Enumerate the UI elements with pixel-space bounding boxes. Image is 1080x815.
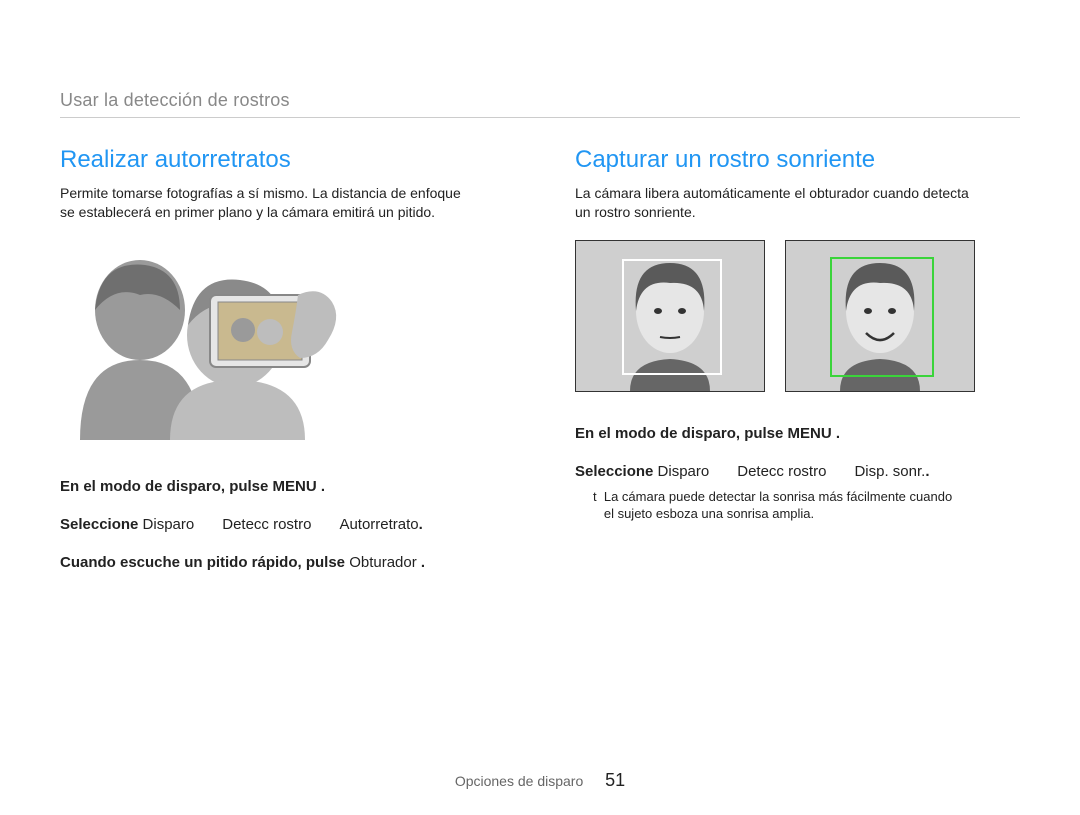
step-right-2-pre: Seleccione xyxy=(575,463,658,480)
section-smile-shot: Capturar un rostro sonriente La cámara l… xyxy=(575,146,1020,575)
corner-icon xyxy=(830,257,842,269)
step-left-2-b: Detecc rostro xyxy=(222,516,311,533)
note-line1: La cámara puede detectar la sonrisa más … xyxy=(604,489,952,504)
section-title-right: Capturar un rostro sonriente xyxy=(575,146,1020,174)
page-number: 51 xyxy=(605,770,625,790)
step-right-2-post: . xyxy=(925,463,929,480)
step-left-2-post: . xyxy=(419,516,423,533)
selfie-illustration-svg xyxy=(60,240,360,440)
step-left-2-a: Disparo xyxy=(143,516,195,533)
illustration-self-portrait xyxy=(60,240,505,445)
step-left-2: Seleccione Disparo Detecc rostro Autorretr… xyxy=(60,513,505,537)
body-left: Permite tomarse fotografías a sí mismo. … xyxy=(60,184,505,222)
step-right-2: Seleccione Disparo Detecc rostro Disp. son… xyxy=(575,460,1020,484)
step-left-3: Cuando escuche un pitido rápido, pulse O… xyxy=(60,551,505,575)
step-left-3-pre: Cuando escuche un pitido rápido, pulse xyxy=(60,554,349,571)
step-left-1: En el modo de disparo, pulse MENU . xyxy=(60,475,505,499)
body-right: La cámara libera automáticamente el obtu… xyxy=(575,184,1020,222)
body-left-line1: Permite tomarse fotografías a sí mismo. … xyxy=(60,185,461,201)
note-right: t La cámara puede detectar la sonrisa má… xyxy=(575,488,1020,523)
shutter-label: Obturador xyxy=(349,554,417,571)
step-left-3-post: . xyxy=(417,554,425,571)
face-detect-box-white xyxy=(622,259,722,375)
step-right-2-b: Detecc rostro xyxy=(737,463,826,480)
face-detect-box-green xyxy=(830,257,934,377)
menu-button-label: MENU xyxy=(273,478,317,495)
step-left-1-pre: En el modo de disparo, pulse xyxy=(60,478,273,495)
step-right-1-pre: En el modo de disparo, pulse xyxy=(575,425,788,442)
step-right-2-c: Disp. sonr. xyxy=(854,463,925,480)
breadcrumb: Usar la detección de rostros xyxy=(60,90,1020,118)
face-panel-smile xyxy=(785,240,975,392)
note-bullet: t xyxy=(593,489,597,504)
step-right-1-post: . xyxy=(832,425,840,442)
corner-icon xyxy=(922,365,934,377)
step-left-1-post: . xyxy=(317,478,325,495)
illustration-smile-panels xyxy=(575,240,1020,392)
section-title-left: Realizar autorretratos xyxy=(60,146,505,174)
step-left-2-pre: Seleccione xyxy=(60,516,143,533)
body-right-line1: La cámara libera automáticamente el obtu… xyxy=(575,185,969,201)
corner-icon xyxy=(830,365,842,377)
body-right-line2: un rostro sonriente. xyxy=(575,204,696,220)
note-line2: el sujeto esboza una sonrisa amplia. xyxy=(604,506,814,521)
footer-section: Opciones de disparo xyxy=(455,773,583,789)
body-left-line2: se establecerá en primer plano y la cáma… xyxy=(60,204,435,220)
step-left-2-c: Autorretrato xyxy=(339,516,418,533)
face-panel-neutral xyxy=(575,240,765,392)
corner-icon xyxy=(922,257,934,269)
menu-button-label-right: MENU xyxy=(788,425,832,442)
section-self-portrait: Realizar autorretratos Permite tomarse f… xyxy=(60,146,505,575)
step-right-2-a: Disparo xyxy=(658,463,710,480)
step-right-1: En el modo de disparo, pulse MENU . xyxy=(575,422,1020,446)
page-footer: Opciones de disparo 51 xyxy=(0,770,1080,791)
